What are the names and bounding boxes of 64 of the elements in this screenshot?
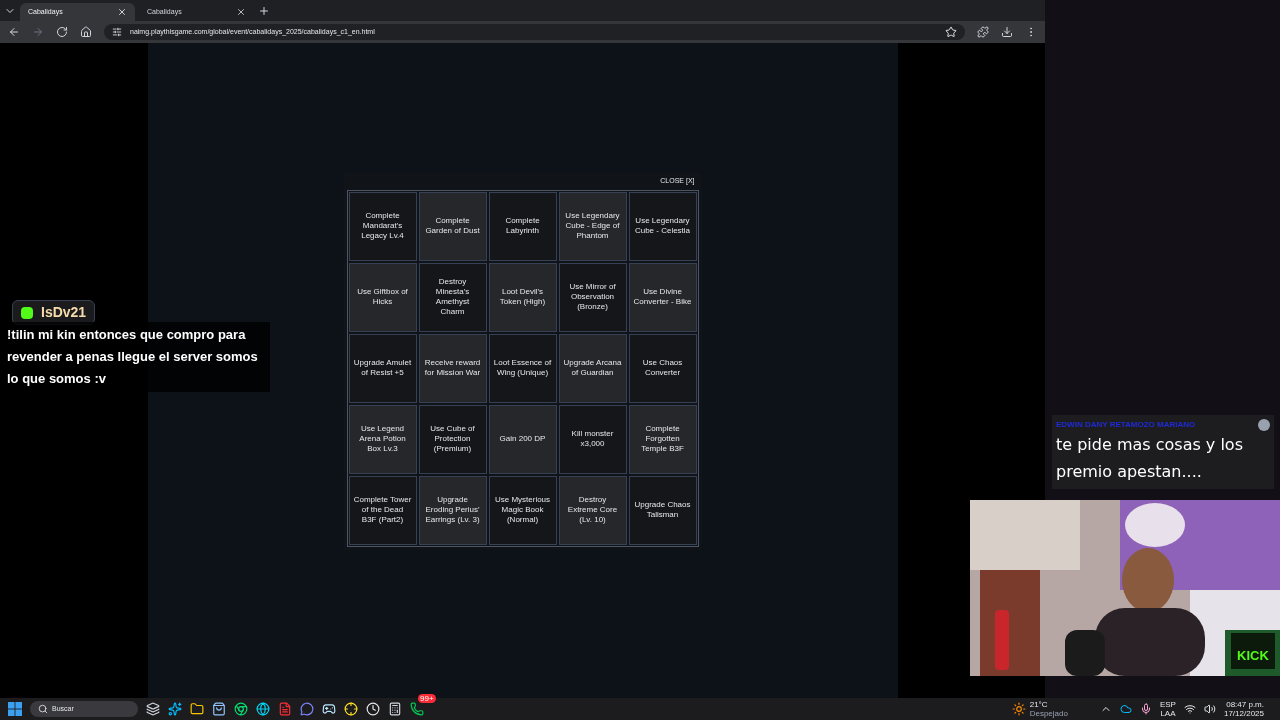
weather-icon [1011,702,1026,716]
bingo-cell[interactable]: Use Legendary Cube - Edge of Phantom [558,191,627,261]
home-icon[interactable] [80,26,92,38]
bingo-cell[interactable]: Destroy Extreme Core (Lv. 10) [558,475,627,545]
gamepad-icon[interactable] [322,702,336,716]
bingo-cell[interactable]: Kill monster x3,000 [558,404,627,474]
globe-icon[interactable] [256,702,270,716]
bookmark-icon[interactable] [945,26,957,38]
crosshair-icon[interactable] [344,702,358,716]
browser-icon[interactable] [234,702,248,716]
network-icon[interactable] [1183,703,1196,715]
stream-logo: KICK [1231,633,1275,669]
avatar-icon [1258,419,1270,431]
reload-icon[interactable] [56,26,68,38]
bingo-cell[interactable]: Loot Devil's Token (High) [488,262,557,332]
clock[interactable]: 08:47 p.m. 17/12/2025 [1223,700,1264,718]
bingo-cell[interactable]: Receive reward for Mission War [418,333,487,403]
bingo-cell[interactable]: Complete Tower of the Dead B3F (Part2) [348,475,417,545]
bingo-cell[interactable]: Loot Essence of Wing (Unique) [488,333,557,403]
layers-icon[interactable] [146,702,160,716]
chat-username: EDWIN DANY RETAMOZO MARIANO [1056,419,1197,431]
folder-icon[interactable] [190,702,204,716]
site-settings-icon[interactable] [112,27,122,37]
weather-condition: Despejado [1029,709,1068,718]
close-icon[interactable] [117,7,127,17]
volume-icon[interactable] [1203,703,1216,715]
search-icon [38,704,48,714]
sparkles-icon[interactable] [168,702,182,716]
bingo-cell[interactable]: Use Giftbox of Hicks [348,262,417,332]
bingo-cell[interactable]: Gain 200 DP [488,404,557,474]
shopping-bag-icon[interactable] [212,702,226,716]
bingo-cell[interactable]: Use Divine Converter - Bike [628,262,697,332]
extensions-icon[interactable] [977,26,989,38]
bingo-cell[interactable]: Complete Labyrinth [488,191,557,261]
bingo-cell[interactable]: Upgrade Arcana of Guardian [558,333,627,403]
bingo-cell[interactable]: Use Mirror of Observation (Bronze) [558,262,627,332]
new-tab-icon[interactable] [258,5,270,17]
bingo-cell[interactable]: Complete Garden of Dust [418,191,487,261]
back-icon[interactable] [8,26,20,38]
bingo-cell[interactable]: Destroy Minesta's Amethyst Charm [418,262,487,332]
bingo-cell[interactable]: Upgrade Eroding Perius' Earrings (Lv. 3) [418,475,487,545]
language-indicator[interactable]: ESP LAA [1159,700,1176,718]
bingo-cell[interactable]: Upgrade Chaos Talisman [628,475,697,545]
bingo-cell[interactable]: Use Legend Arena Potion Box Lv.3 [348,404,417,474]
kick-badge-icon [21,306,33,319]
cloud-icon[interactable] [1119,703,1132,715]
bingo-cell[interactable]: Use Mysterious Magic Book (Normal) [488,475,557,545]
document-icon[interactable] [278,702,292,716]
bingo-cell[interactable]: Complete Forgotten Temple B3F [628,404,697,474]
microphone-icon[interactable] [1139,703,1152,715]
bingo-cell[interactable]: Use Cube of Protection (Premium) [418,404,487,474]
clock-icon[interactable] [366,702,380,716]
close-icon[interactable] [236,7,246,17]
bingo-cell[interactable]: Use Chaos Converter [628,333,697,403]
chat-bubble-icon[interactable] [300,702,314,716]
phone-icon[interactable] [410,702,424,716]
calculator-icon[interactable] [388,702,402,716]
chat-message: te pide mas cosas y los premio apestan.... [1056,434,1244,483]
temperature: 21°C [1029,700,1049,709]
bingo-cell[interactable]: Use Legendary Cube - Celestia [628,191,697,261]
bingo-cell[interactable]: Upgrade Amulet of Resist +5 [348,333,417,403]
bingo-cell[interactable]: Complete Mandarat's Legacy Lv.4 [348,191,417,261]
notification-badge: 99+ [418,694,436,703]
download-icon[interactable] [1001,26,1013,38]
